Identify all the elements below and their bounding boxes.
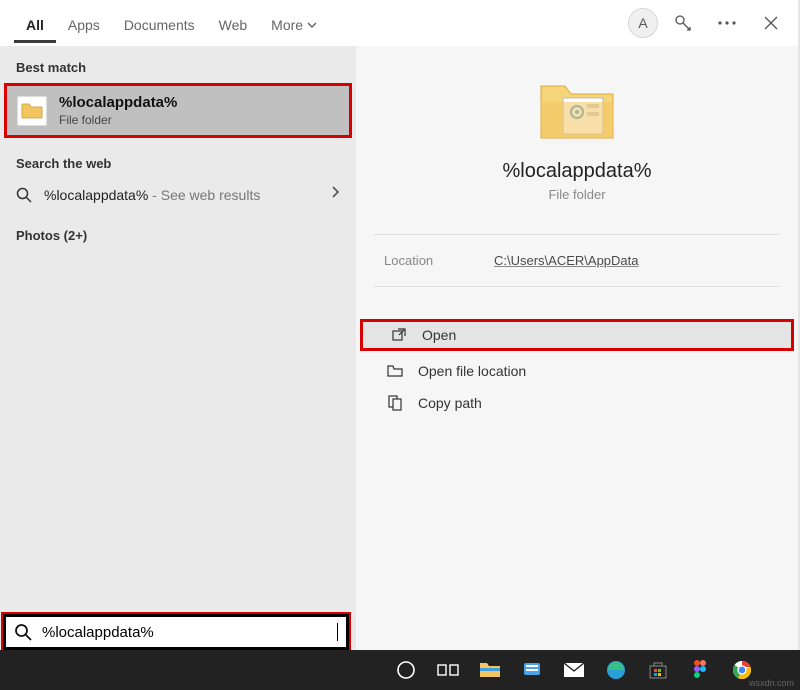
- copy-path-label: Copy path: [418, 395, 482, 411]
- folder-large-icon: [535, 76, 619, 146]
- search-icon: [16, 187, 32, 203]
- best-match-label: Best match: [0, 54, 356, 81]
- photos-label[interactable]: Photos (2+): [0, 222, 356, 249]
- store-icon[interactable]: [640, 652, 676, 688]
- search-web-label: Search the web: [0, 150, 356, 177]
- preview-title: %localappdata%: [503, 160, 652, 183]
- watermark-text: wsxdn.com: [749, 678, 794, 688]
- tab-all[interactable]: All: [14, 3, 56, 43]
- tab-apps[interactable]: Apps: [56, 3, 112, 43]
- close-icon[interactable]: [752, 4, 790, 42]
- open-location-action[interactable]: Open file location: [356, 355, 798, 387]
- tab-more[interactable]: More: [259, 3, 329, 43]
- tab-web[interactable]: Web: [207, 3, 260, 43]
- best-match-result[interactable]: %localappdata% File folder: [4, 83, 352, 138]
- web-query-text: %localappdata%: [44, 187, 148, 203]
- preview-subtitle: File folder: [548, 187, 605, 202]
- cortana-icon[interactable]: [388, 652, 424, 688]
- web-suffix-text: - See web results: [148, 187, 260, 203]
- tab-documents[interactable]: Documents: [112, 3, 207, 43]
- tabs-bar: All Apps Documents Web More A: [0, 0, 798, 46]
- copy-icon: [386, 395, 404, 411]
- divider: [374, 234, 780, 235]
- open-icon: [390, 327, 408, 343]
- mail-icon[interactable]: [556, 652, 592, 688]
- figma-icon[interactable]: [682, 652, 718, 688]
- location-link[interactable]: C:\Users\ACER\AppData: [494, 253, 639, 268]
- app-icon[interactable]: [514, 652, 550, 688]
- feedback-icon[interactable]: [664, 4, 702, 42]
- open-label: Open: [422, 327, 456, 343]
- search-icon: [14, 623, 32, 641]
- search-bar[interactable]: [3, 614, 349, 650]
- open-action[interactable]: Open: [360, 319, 794, 351]
- folder-icon: [17, 96, 47, 126]
- task-view-icon[interactable]: [430, 652, 466, 688]
- location-row: Location C:\Users\ACER\AppData: [374, 249, 780, 272]
- best-match-subtitle: File folder: [59, 113, 177, 127]
- file-explorer-icon[interactable]: [472, 652, 508, 688]
- divider: [374, 286, 780, 287]
- preview-panel: %localappdata% File folder Location C:\U…: [356, 46, 798, 650]
- more-options-icon[interactable]: [708, 4, 746, 42]
- chevron-right-icon: [330, 185, 340, 204]
- location-label: Location: [384, 253, 494, 268]
- open-location-label: Open file location: [418, 363, 526, 379]
- copy-path-action[interactable]: Copy path: [356, 387, 798, 419]
- folder-outline-icon: [386, 364, 404, 378]
- text-caret: [337, 623, 338, 641]
- chevron-down-icon: [307, 20, 317, 30]
- edge-icon[interactable]: [598, 652, 634, 688]
- user-avatar[interactable]: A: [628, 8, 658, 38]
- taskbar: [0, 650, 800, 690]
- results-panel: Best match %localappdata% File folder Se…: [0, 46, 356, 650]
- search-input[interactable]: [40, 623, 329, 642]
- best-match-title: %localappdata%: [59, 94, 177, 111]
- web-result[interactable]: %localappdata% - See web results: [0, 177, 356, 212]
